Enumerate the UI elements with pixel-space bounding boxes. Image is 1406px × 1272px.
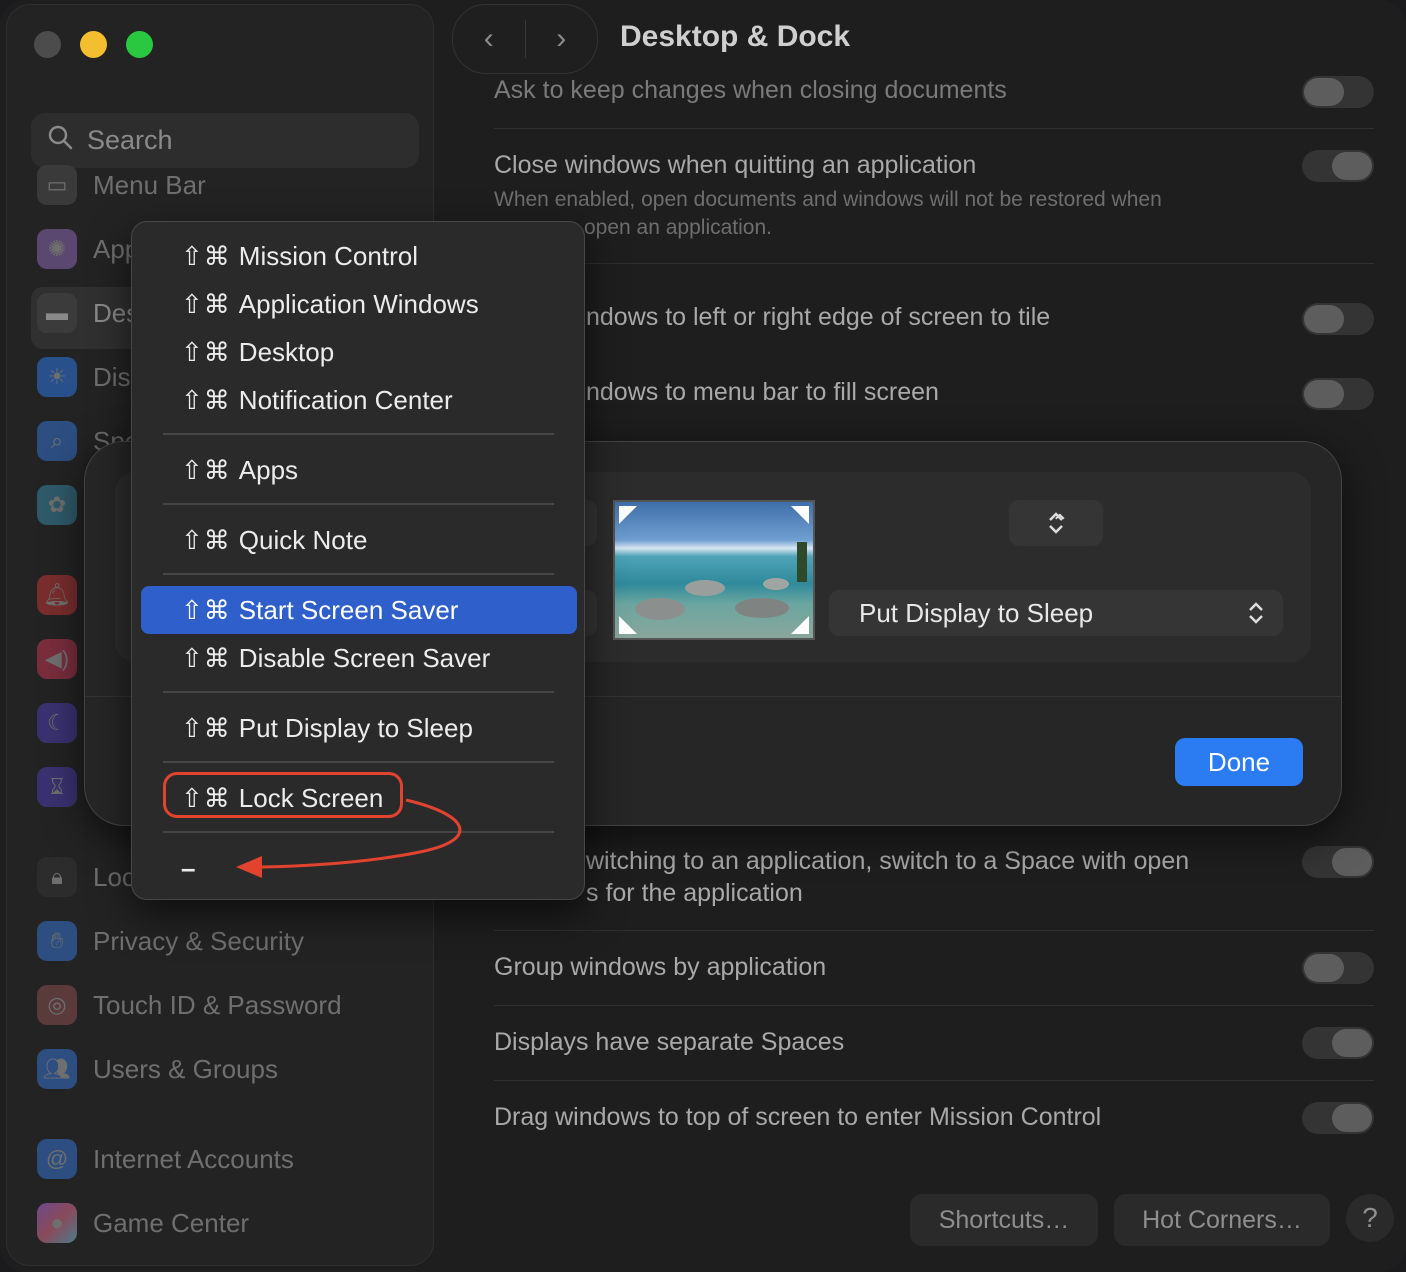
arrow-head-icon	[236, 856, 262, 878]
annotation-arrow	[236, 798, 462, 878]
system-settings-window: Search ▭ Menu Bar ✺ App ▬ Des ☀ Disp ⌕ S…	[0, 0, 1406, 1272]
